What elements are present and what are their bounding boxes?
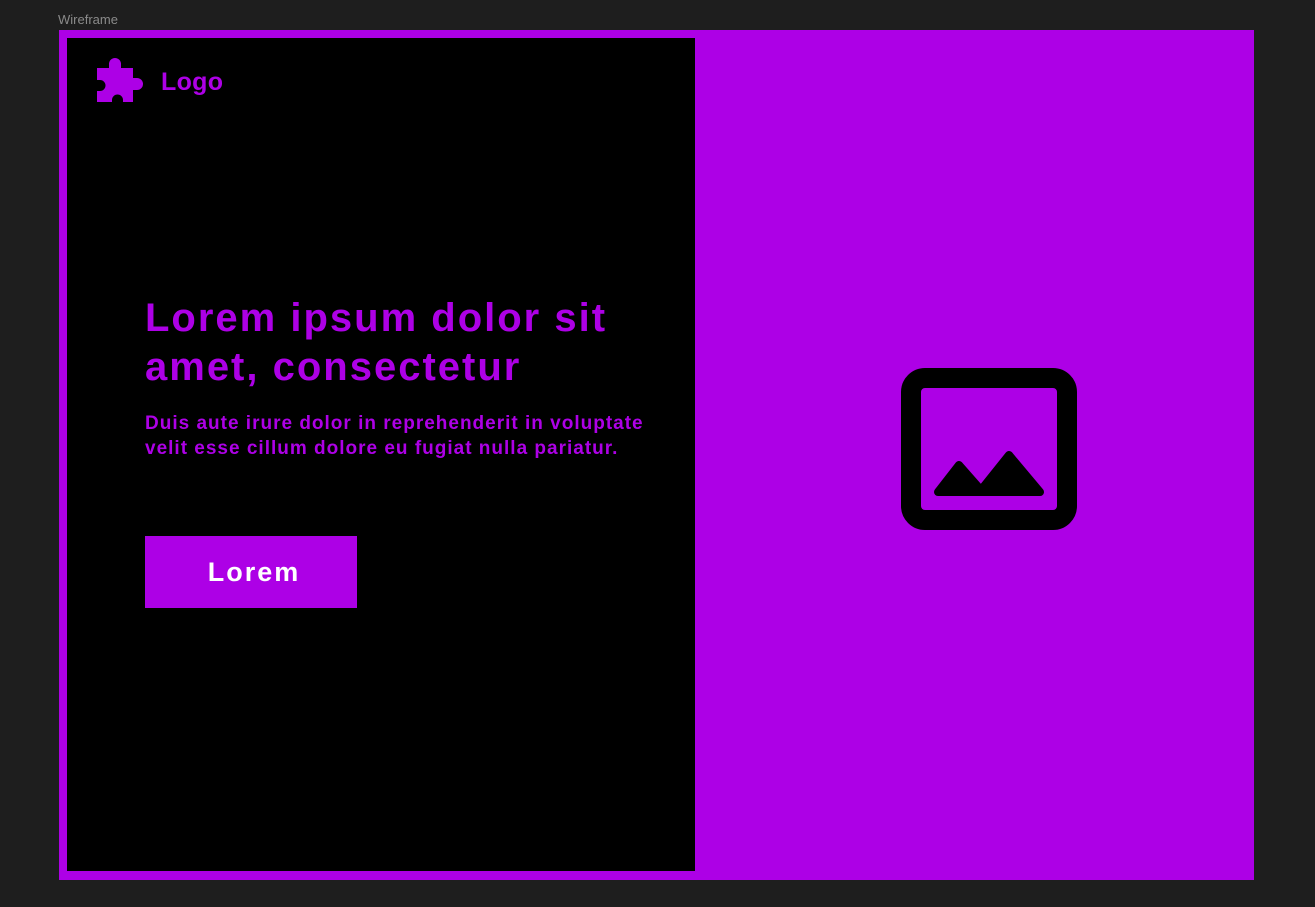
puzzle-piece-icon xyxy=(97,58,143,102)
image-placeholder-icon xyxy=(901,368,1077,530)
frame-label[interactable]: Wireframe xyxy=(58,12,118,28)
wireframe-frame: Logo Lorem ipsum dolor sit amet, consect… xyxy=(59,30,1254,880)
cta-button[interactable]: Lorem xyxy=(145,536,357,608)
hero-headline: Lorem ipsum dolor sit amet, consectetur xyxy=(145,296,608,389)
logo-text: Logo xyxy=(161,67,224,96)
logo[interactable]: Logo xyxy=(93,56,223,108)
hero-subtext: Duis aute irure dolor in reprehenderit i… xyxy=(145,413,644,459)
hero-panel: Logo Lorem ipsum dolor sit amet, consect… xyxy=(67,38,695,871)
